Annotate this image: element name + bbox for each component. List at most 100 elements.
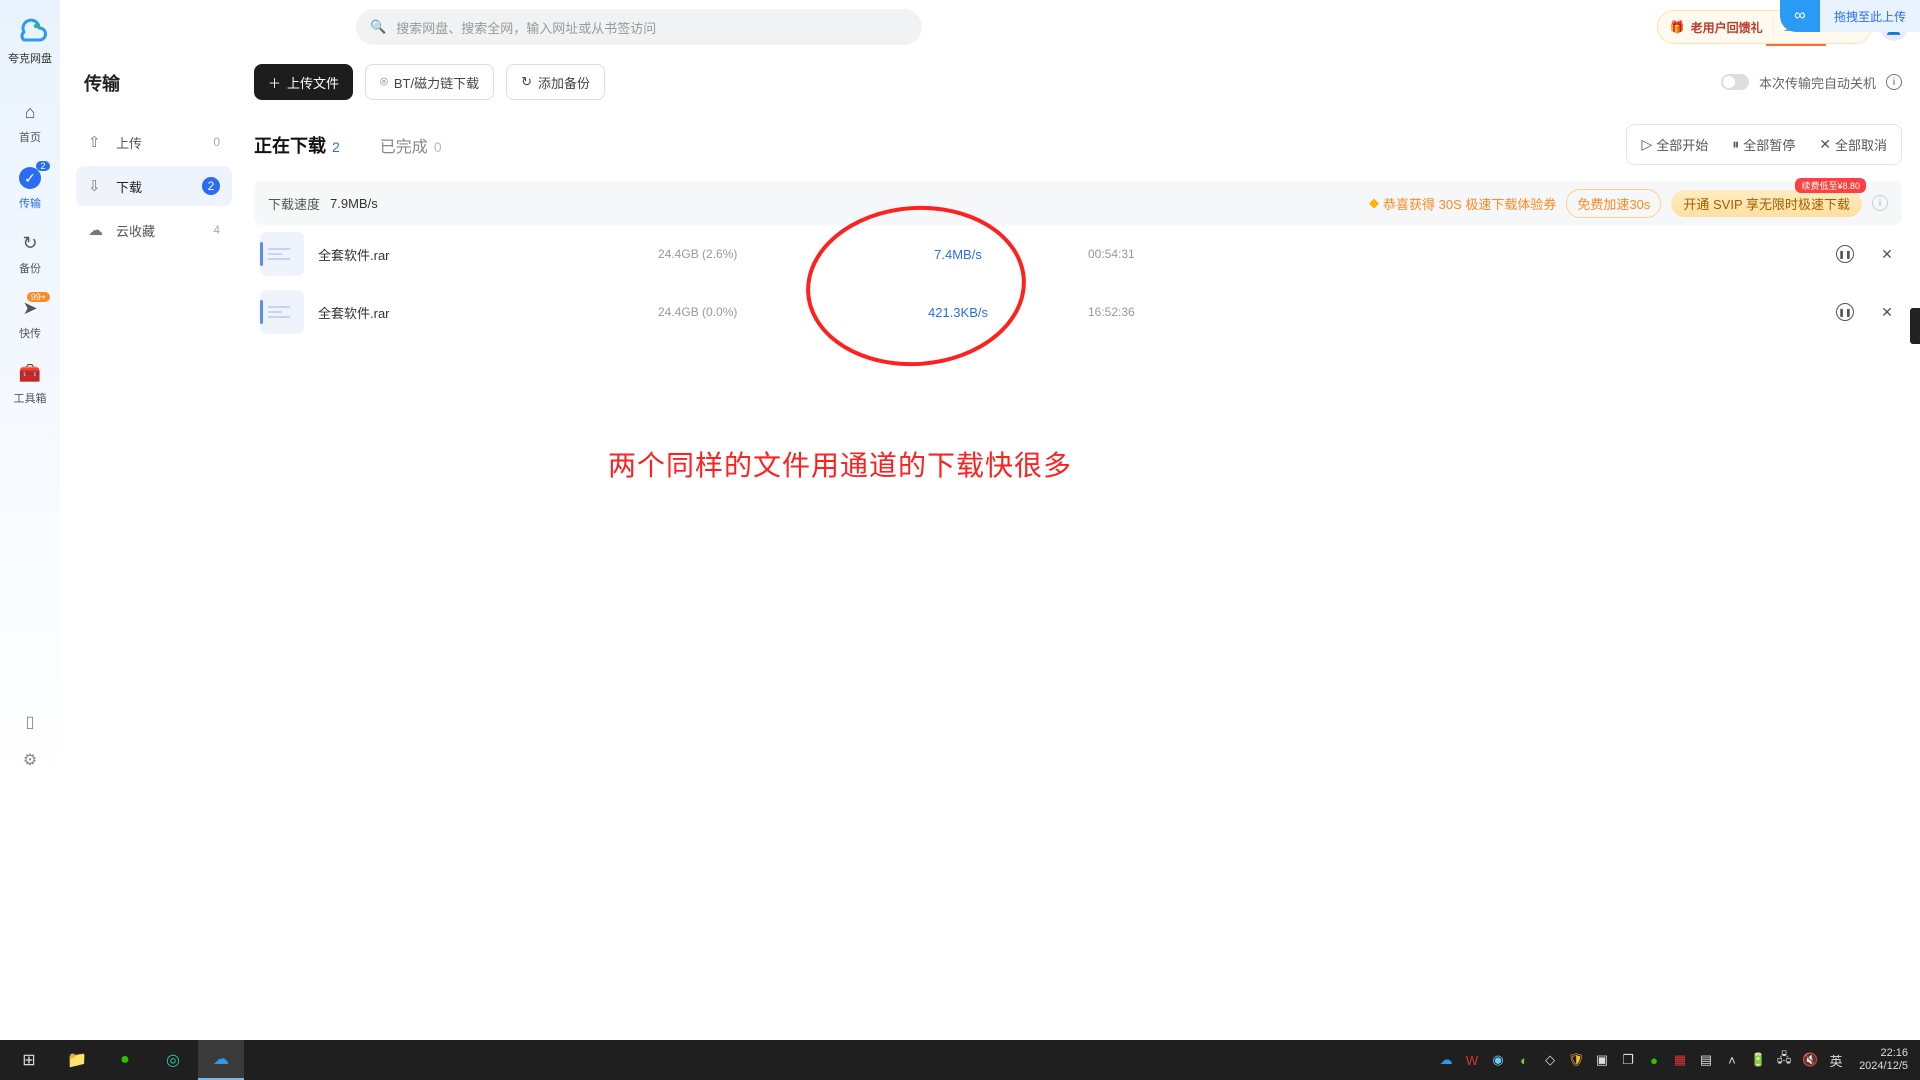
windows-taskbar: ⊞ 📁 ● ◎ ☁ ☁ W ◉ ◐ ◇ 🛡 ▣ ❐ ● ▦ ▤ ˄ 🔋 🖧 🔇 … <box>0 1040 1920 1080</box>
gift-icon: 🎁 <box>1670 20 1685 34</box>
file-size: 24.4GB (2.6%) <box>658 247 828 261</box>
tray-icon[interactable]: ▣ <box>1593 1051 1611 1069</box>
refresh-icon: ↻ <box>22 233 37 254</box>
svip-button[interactable]: 续费低至¥8.80 开通 SVIP 享无限时极速下载 <box>1671 190 1862 217</box>
rail-quick[interactable]: 99+ ➤ 快传 <box>0 286 60 351</box>
play-icon: ▷ <box>1641 136 1652 153</box>
toolbox-icon: 🧰 <box>19 363 41 384</box>
wechat-icon[interactable]: ● <box>102 1040 148 1080</box>
pause-button[interactable]: ❚❚ <box>1836 245 1854 263</box>
free-boost-button[interactable]: 免费加速30s <box>1566 189 1661 218</box>
edge-handle[interactable] <box>1910 308 1920 344</box>
app-brand: 夸克网盘 <box>8 50 52 66</box>
topbar: 🔍 搜索网盘、搜索全网，输入网址或从书签访问 续费低至¥8.8 🎁 老用户回馈礼… <box>60 0 1920 54</box>
rail-quick-badge: 99+ <box>27 292 50 302</box>
phone-icon[interactable]: ▯ <box>26 712 35 732</box>
gear-icon[interactable]: ⚙ <box>23 750 37 770</box>
system-tray: ☁ W ◉ ◐ ◇ 🛡 ▣ ❐ ● ▦ ▤ ˄ 🔋 🖧 🔇 英 22:16 20… <box>1437 1047 1914 1073</box>
tray-icon[interactable]: 🛡 <box>1567 1051 1585 1069</box>
sidebar-item-cloud[interactable]: ☁ 云收藏 4 <box>76 210 232 250</box>
close-icon: ✕ <box>1819 136 1831 153</box>
auto-shutdown-toggle[interactable] <box>1721 74 1749 90</box>
app-logo-icon <box>12 10 48 46</box>
drag-upload-strap[interactable]: ∞ 拖拽至此上传 <box>1780 0 1920 32</box>
main: ＋ 上传文件 ⌾ BT/磁力链下载 ↻ 添加备份 本次传输完自动关机 i 正在下… <box>254 64 1902 341</box>
file-eta: 00:54:31 <box>1088 247 1288 261</box>
volume-icon[interactable]: 🔇 <box>1801 1051 1819 1069</box>
file-size: 24.4GB (0.0%) <box>658 305 828 319</box>
info-icon[interactable]: i <box>1886 74 1902 90</box>
backup-button[interactable]: ↻ 添加备份 <box>506 64 605 100</box>
tray-icon[interactable]: ◉ <box>1489 1051 1507 1069</box>
tab-done[interactable]: 已完成 0 <box>380 133 442 157</box>
quark-app-icon[interactable]: ☁ <box>198 1040 244 1080</box>
sidebar-item-upload[interactable]: ⇧ 上传 0 <box>76 122 232 162</box>
tray-icon[interactable]: ☁ <box>1437 1051 1455 1069</box>
tab-controls: ▷全部开始 ⏸全部暂停 ✕全部取消 <box>1626 124 1902 165</box>
cancel-button[interactable]: ✕ <box>1878 245 1896 263</box>
ime-indicator[interactable]: 英 <box>1827 1051 1845 1069</box>
tray-icon[interactable]: ◇ <box>1541 1051 1559 1069</box>
total-speed: 7.9MB/s <box>330 196 378 211</box>
tabs: 正在下载 2 已完成 0 ▷全部开始 ⏸全部暂停 ✕全部取消 <box>254 124 1902 165</box>
chevron-up-icon[interactable]: ˄ <box>1723 1051 1741 1069</box>
file-rar-icon <box>260 232 304 276</box>
sidebar: 传输 ⇧ 上传 0 ⇩ 下载 2 ☁ 云收藏 4 <box>76 70 232 254</box>
cancel-all-button[interactable]: ✕全部取消 <box>1809 129 1897 160</box>
rail-transfer[interactable]: 2 ✓ 传输 <box>0 155 60 221</box>
file-name: 全套软件.rar <box>318 245 658 264</box>
download-icon: ⇩ <box>88 177 106 195</box>
tab-downloading[interactable]: 正在下载 2 <box>254 132 340 158</box>
file-speed: 7.4MB/s <box>828 247 1088 262</box>
download-row: 全套软件.rar 24.4GB (2.6%) 7.4MB/s 00:54:31 … <box>254 225 1902 283</box>
refresh-icon: ↻ <box>521 74 532 90</box>
download-row: 全套软件.rar 24.4GB (0.0%) 421.3KB/s 16:52:3… <box>254 283 1902 341</box>
tray-icon[interactable]: ❐ <box>1619 1051 1637 1069</box>
toolbar: ＋ 上传文件 ⌾ BT/磁力链下载 ↻ 添加备份 本次传输完自动关机 i <box>254 64 1902 100</box>
cloud-icon: ∞ <box>1780 0 1820 32</box>
upload-icon: ⇧ <box>88 133 106 151</box>
sidebar-item-download[interactable]: ⇩ 下载 2 <box>76 166 232 206</box>
rail-toolbox[interactable]: 🧰 工具箱 <box>0 351 60 416</box>
tray-icon[interactable]: ● <box>1645 1051 1663 1069</box>
tray-icon[interactable]: ◐ <box>1515 1051 1533 1069</box>
file-speed: 421.3KB/s <box>828 305 1088 320</box>
tray-icon[interactable]: ▤ <box>1697 1051 1715 1069</box>
diamond-icon: ◆ <box>1369 195 1379 211</box>
search-input[interactable]: 🔍 搜索网盘、搜索全网，输入网址或从书签访问 <box>356 9 922 45</box>
edge-icon[interactable]: ◎ <box>150 1040 196 1080</box>
tray-icon[interactable]: ▦ <box>1671 1051 1689 1069</box>
auto-shutdown-label: 本次传输完自动关机 <box>1759 73 1876 92</box>
tray-icon[interactable]: W <box>1463 1051 1481 1069</box>
rail-backup[interactable]: ↻ 备份 <box>0 221 60 286</box>
rail-home[interactable]: ⌂ 首页 <box>0 90 60 155</box>
start-button[interactable]: ⊞ <box>6 1040 52 1080</box>
bonus-msg: ◆恭喜获得 30S 极速下载体验券 <box>1369 194 1556 213</box>
home-icon: ⌂ <box>25 102 36 123</box>
rail-transfer-badge: 2 <box>36 161 50 171</box>
battery-icon[interactable]: 🔋 <box>1749 1051 1767 1069</box>
sidebar-title: 传输 <box>84 70 232 96</box>
start-all-button[interactable]: ▷全部开始 <box>1631 129 1718 160</box>
rail-bottom: ▯ ⚙ <box>0 712 60 770</box>
network-icon[interactable]: 🖧 <box>1775 1051 1793 1069</box>
search-icon: 🔍 <box>370 19 386 35</box>
annotation-text: 两个同样的文件用通道的下载快很多 <box>608 444 1072 484</box>
speed-bar: 下载速度 7.9MB/s ◆恭喜获得 30S 极速下载体验券 免费加速30s 续… <box>254 181 1902 225</box>
bt-button[interactable]: ⌾ BT/磁力链下载 <box>365 64 494 100</box>
explorer-icon[interactable]: 📁 <box>54 1040 100 1080</box>
file-eta: 16:52:36 <box>1088 305 1288 319</box>
pause-button[interactable]: ❚❚ <box>1836 303 1854 321</box>
file-name: 全套软件.rar <box>318 303 658 322</box>
cancel-button[interactable]: ✕ <box>1878 303 1896 321</box>
upload-button[interactable]: ＋ 上传文件 <box>254 64 353 100</box>
taskbar-clock[interactable]: 22:16 2024/12/5 <box>1859 1047 1908 1073</box>
left-rail: 夸克网盘 ⌂ 首页 2 ✓ 传输 ↻ 备份 99+ ➤ 快传 🧰 工具箱 ▯ ⚙ <box>0 0 60 780</box>
cloud-fav-icon: ☁ <box>88 221 106 239</box>
file-rar-icon <box>260 290 304 334</box>
info-icon[interactable]: i <box>1872 195 1888 211</box>
plus-icon: ＋ <box>268 73 281 92</box>
search-placeholder: 搜索网盘、搜索全网，输入网址或从书签访问 <box>396 18 656 37</box>
magnet-icon: ⌾ <box>380 74 388 90</box>
pause-all-button[interactable]: ⏸全部暂停 <box>1722 129 1805 160</box>
